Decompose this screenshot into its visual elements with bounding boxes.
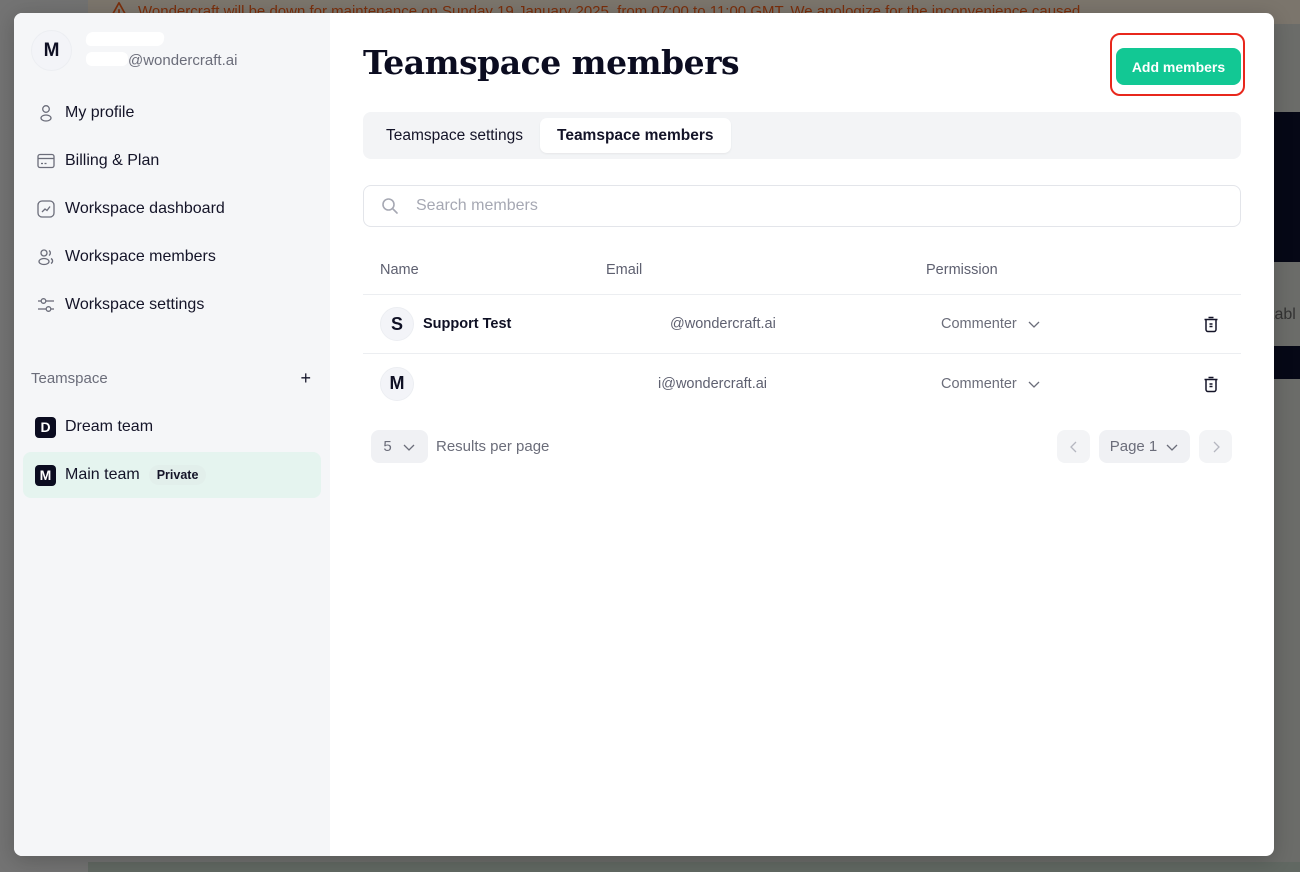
teamspace-heading: Teamspace	[31, 369, 108, 387]
members-table: Name Email Permission S Support Test @wo…	[363, 245, 1241, 413]
pagination: Page 1	[1057, 430, 1232, 463]
column-header-email: Email	[606, 261, 643, 278]
account-header: M @wondercraft.ai	[31, 30, 284, 71]
account-info: @wondercraft.ai	[84, 30, 284, 71]
users-icon	[36, 247, 56, 267]
next-page-button[interactable]	[1199, 430, 1232, 463]
search-box	[363, 185, 1241, 227]
chevron-right-icon	[1213, 441, 1220, 452]
permission-select[interactable]: Commenter	[926, 316, 1041, 332]
background-footer	[88, 862, 1300, 872]
add-teamspace-icon[interactable]: +	[300, 369, 311, 387]
redacted-name	[85, 32, 165, 46]
sidebar-item-label: My profile	[65, 104, 135, 121]
page-title: Teamspace members	[363, 43, 740, 82]
sidebar-nav: My profile Billing & Plan Workspace dash…	[36, 89, 316, 329]
search-icon	[382, 198, 398, 214]
table-row: M i@wondercraft.ai Commenter	[363, 354, 1241, 413]
results-per-page: 5 Results per page	[371, 430, 549, 463]
sliders-icon	[36, 295, 56, 315]
sidebar-item-workspace-members[interactable]: Workspace members	[36, 233, 316, 281]
sidebar-item-label: Workspace members	[65, 248, 216, 265]
chevron-down-icon	[1028, 321, 1040, 328]
main-content: Teamspace members Add members Teamspace …	[330, 13, 1274, 856]
chevron-down-icon	[1028, 381, 1040, 388]
sidebar-item-label: Billing & Plan	[65, 152, 160, 169]
team-name: Dream team	[65, 418, 154, 435]
settings-modal: M @wondercraft.ai My profile Billing & P…	[14, 13, 1274, 856]
previous-page-button[interactable]	[1057, 430, 1090, 463]
per-page-select[interactable]: 5	[371, 430, 428, 463]
permission-value: Commenter	[941, 375, 1017, 392]
permission-select[interactable]: Commenter	[926, 376, 1041, 392]
member-email: @wondercraft.ai	[670, 316, 776, 332]
page-select[interactable]: Page 1	[1099, 430, 1190, 463]
member-email: i@wondercraft.ai	[658, 375, 768, 392]
sidebar-item-workspace-dashboard[interactable]: Workspace dashboard	[36, 185, 316, 233]
sidebar-item-label: Workspace dashboard	[65, 200, 225, 217]
sidebar-item-my-profile[interactable]: My profile	[36, 89, 316, 137]
redacted-email-prefix	[86, 52, 128, 66]
tab-bar: Teamspace settings Teamspace members	[363, 112, 1241, 159]
team-name: Main team	[65, 466, 140, 483]
chevron-down-icon	[1166, 444, 1178, 451]
permission-value: Commenter	[941, 316, 1017, 332]
background-text: tabl	[1270, 306, 1296, 323]
per-page-value: 5	[383, 438, 392, 455]
member-avatar: M	[380, 366, 414, 401]
team-initial-badge: D	[35, 416, 56, 438]
tab-teamspace-members[interactable]: Teamspace members	[540, 118, 731, 153]
teamspace-header: Teamspace +	[31, 369, 311, 387]
table-row: S Support Test @wondercraft.ai Commenter	[363, 295, 1241, 354]
trash-icon[interactable]	[1201, 314, 1221, 334]
column-header-permission: Permission	[926, 261, 998, 278]
column-header-name: Name	[380, 261, 419, 278]
team-initial-badge: M	[35, 464, 56, 486]
sidebar: M @wondercraft.ai My profile Billing & P…	[14, 13, 330, 856]
chart-icon	[36, 199, 56, 219]
private-badge: Private	[148, 465, 207, 485]
trash-icon[interactable]	[1201, 374, 1221, 394]
team-item-main-team[interactable]: M Main team Private	[23, 452, 321, 498]
page-value: Page 1	[1109, 438, 1158, 455]
chevron-left-icon	[1069, 441, 1076, 452]
member-name: Support Test	[423, 316, 512, 332]
sidebar-item-billing[interactable]: Billing & Plan	[36, 137, 316, 185]
user-icon	[36, 103, 56, 123]
credit-card-icon	[36, 151, 56, 171]
team-list: D Dream team M Main team Private	[23, 404, 321, 500]
tab-teamspace-settings[interactable]: Teamspace settings	[369, 118, 540, 153]
team-item-dream-team[interactable]: D Dream team	[23, 404, 321, 450]
account-email: @wondercraft.ai	[128, 52, 238, 69]
sidebar-item-workspace-settings[interactable]: Workspace settings	[36, 281, 316, 329]
background-panel	[1274, 112, 1300, 262]
background-panel	[1274, 346, 1300, 379]
search-input[interactable]	[416, 197, 1216, 215]
avatar: M	[31, 30, 72, 71]
add-members-button[interactable]: Add members	[1116, 48, 1241, 85]
sidebar-item-label: Workspace settings	[65, 296, 205, 313]
member-avatar: S	[380, 307, 414, 341]
chevron-down-icon	[403, 444, 415, 451]
per-page-label: Results per page	[436, 438, 550, 455]
table-header: Name Email Permission	[363, 245, 1241, 295]
